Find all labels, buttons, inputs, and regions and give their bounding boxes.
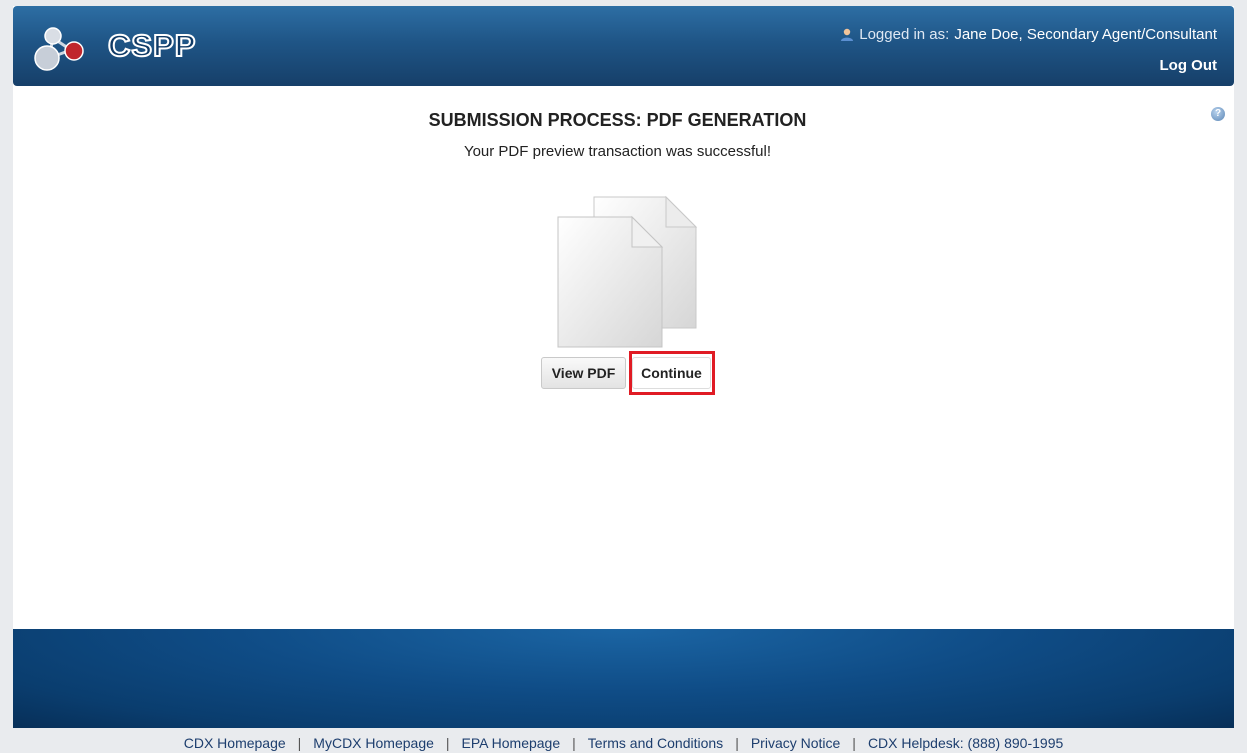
documents-icon [557, 195, 698, 348]
continue-button[interactable]: Continue [632, 357, 711, 389]
page: CSPP Logged in as: Jane Doe, Secondary A… [0, 0, 1247, 753]
footer-link-privacy[interactable]: Privacy Notice [751, 735, 840, 751]
molecule-logo-icon [34, 27, 84, 71]
user-icon [841, 28, 854, 41]
footer-band [13, 629, 1234, 728]
footer-separator: | [297, 735, 302, 751]
footer-separator: | [735, 735, 739, 751]
page-title: SUBMISSION PROCESS: PDF GENERATION [428, 110, 807, 130]
footer-separator: | [445, 735, 450, 751]
footer-links: CDX Homepage | MyCDX Homepage | EPA Homepage… [0, 735, 1247, 751]
logged-in-info: Logged in as: Jane Doe, Secondary Agent/… [840, 26, 1217, 43]
footer-link-epa-homepage[interactable]: EPA Homepage [462, 735, 561, 751]
footer-separator: | [572, 735, 576, 751]
logout-link[interactable]: Log Out [1160, 57, 1217, 74]
footer-link-mycdx-homepage[interactable]: MyCDX Homepage [313, 735, 434, 751]
logo-text: CSPP [107, 27, 197, 64]
view-pdf-button[interactable]: View PDF [541, 357, 626, 389]
app-header: CSPP Logged in as: Jane Doe, Secondary A… [13, 6, 1234, 86]
user-name: Jane Doe, Secondary Agent/Consultant [954, 26, 1217, 43]
footer-link-helpdesk[interactable]: CDX Helpdesk: (888) 890-1995 [868, 735, 1063, 751]
footer-separator: | [852, 735, 856, 751]
cspp-logo[interactable]: CSPP [33, 22, 213, 72]
logged-in-label: Logged in as: [859, 26, 950, 43]
footer-link-terms[interactable]: Terms and Conditions [588, 735, 723, 751]
success-message: Your PDF preview transaction was success… [463, 143, 772, 160]
footer-link-cdx-homepage[interactable]: CDX Homepage [184, 735, 286, 751]
